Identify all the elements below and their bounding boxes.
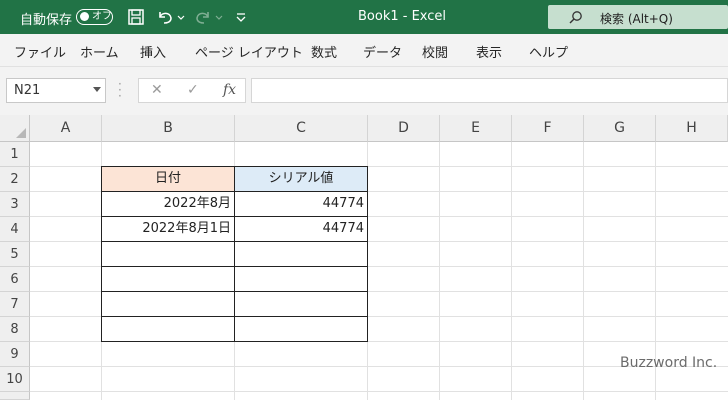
cell-c5[interactable] (235, 242, 368, 267)
gridline (30, 391, 728, 392)
customize-qat-icon[interactable] (234, 8, 248, 26)
row-header-9[interactable]: 9 (0, 342, 30, 367)
autosave-label: 自動保存 (20, 13, 73, 28)
cell-b7[interactable] (102, 292, 235, 317)
watermark: Buzzword Inc. (620, 355, 718, 371)
cell-c8[interactable] (235, 317, 368, 342)
search-box[interactable]: 検索 (Alt+Q) (548, 5, 728, 29)
cell-c2[interactable]: シリアル値 (235, 167, 368, 192)
menu-page-layout[interactable]: ページ レイアウト (195, 42, 303, 61)
menu-help[interactable]: ヘルプ (529, 42, 568, 61)
undo-icon[interactable] (156, 8, 174, 26)
column-header-b[interactable]: B (102, 115, 235, 142)
cell-b4[interactable]: 2022年8月1日 (102, 217, 235, 242)
spreadsheet-grid: A B C D E F G H 1 2 3 4 5 6 7 8 9 10 日付 … (0, 115, 728, 400)
chevron-down-icon[interactable] (93, 87, 101, 92)
title-bar: 自動保存 オフ Book1 - Excel 検索 (Alt+Q) (0, 0, 728, 34)
undo-dropdown-icon[interactable] (176, 8, 186, 26)
menu-bar: ファイル ホーム 挿入 ページ レイアウト 数式 データ 校閲 表示 ヘルプ (0, 34, 728, 67)
row-header-7[interactable]: 7 (0, 292, 30, 317)
cell-c7[interactable] (235, 292, 368, 317)
formula-input[interactable] (251, 78, 728, 103)
formula-buttons: ✕ ✓ fx (138, 78, 246, 103)
window-title: Book1 - Excel (358, 9, 447, 24)
formula-bar: N21 · · · ✕ ✓ fx (0, 67, 728, 115)
autosave-toggle[interactable]: オフ (76, 9, 113, 25)
cell-b5[interactable] (102, 242, 235, 267)
more-options-icon[interactable]: · · · (118, 78, 122, 102)
row-header-11[interactable] (0, 392, 30, 400)
search-label: 検索 (Alt+Q) (600, 12, 673, 26)
redo-dropdown-icon (215, 15, 223, 20)
cell-c6[interactable] (235, 267, 368, 292)
cell-c4[interactable]: 44774 (235, 217, 368, 242)
cell-b3[interactable]: 2022年8月 (102, 192, 235, 217)
menu-review[interactable]: 校閲 (422, 42, 448, 61)
gridline (583, 142, 584, 400)
insert-function-icon[interactable]: fx (223, 82, 236, 98)
column-header-f[interactable]: F (512, 115, 584, 142)
name-box-value: N21 (14, 83, 41, 98)
row-header-8[interactable]: 8 (0, 317, 30, 342)
menu-insert[interactable]: 挿入 (140, 42, 166, 61)
column-header-a[interactable]: A (30, 115, 102, 142)
enter-icon[interactable]: ✓ (187, 82, 199, 98)
select-all-button[interactable] (0, 115, 30, 142)
save-icon[interactable] (127, 8, 145, 26)
column-header-h[interactable]: H (656, 115, 728, 142)
menu-data[interactable]: データ (363, 42, 402, 61)
row-header-2[interactable]: 2 (0, 167, 30, 192)
cell-b6[interactable] (102, 267, 235, 292)
row-header-1[interactable]: 1 (0, 142, 30, 167)
row-header-5[interactable]: 5 (0, 242, 30, 267)
menu-formulas[interactable]: 数式 (311, 42, 337, 61)
column-header-g[interactable]: G (584, 115, 656, 142)
select-all-icon (16, 128, 26, 138)
row-header-4[interactable]: 4 (0, 217, 30, 242)
menu-view[interactable]: 表示 (476, 42, 502, 61)
menu-home[interactable]: ホーム (80, 42, 119, 61)
gridline (439, 142, 440, 400)
cell-b8[interactable] (102, 317, 235, 342)
column-header-c[interactable]: C (235, 115, 368, 142)
column-header-e[interactable]: E (440, 115, 512, 142)
menu-file[interactable]: ファイル (14, 42, 66, 61)
cell-c3[interactable]: 44774 (235, 192, 368, 217)
row-header-10[interactable]: 10 (0, 367, 30, 392)
cell-b2[interactable]: 日付 (102, 167, 235, 192)
row-header-3[interactable]: 3 (0, 192, 30, 217)
autosave-state: オフ (92, 11, 112, 22)
search-icon (569, 11, 582, 24)
gridline (511, 142, 512, 400)
cancel-icon[interactable]: ✕ (151, 82, 163, 98)
redo-icon (196, 12, 209, 24)
name-box[interactable]: N21 (6, 78, 106, 103)
row-header-6[interactable]: 6 (0, 267, 30, 292)
toggle-knob (80, 12, 89, 21)
column-header-d[interactable]: D (368, 115, 440, 142)
